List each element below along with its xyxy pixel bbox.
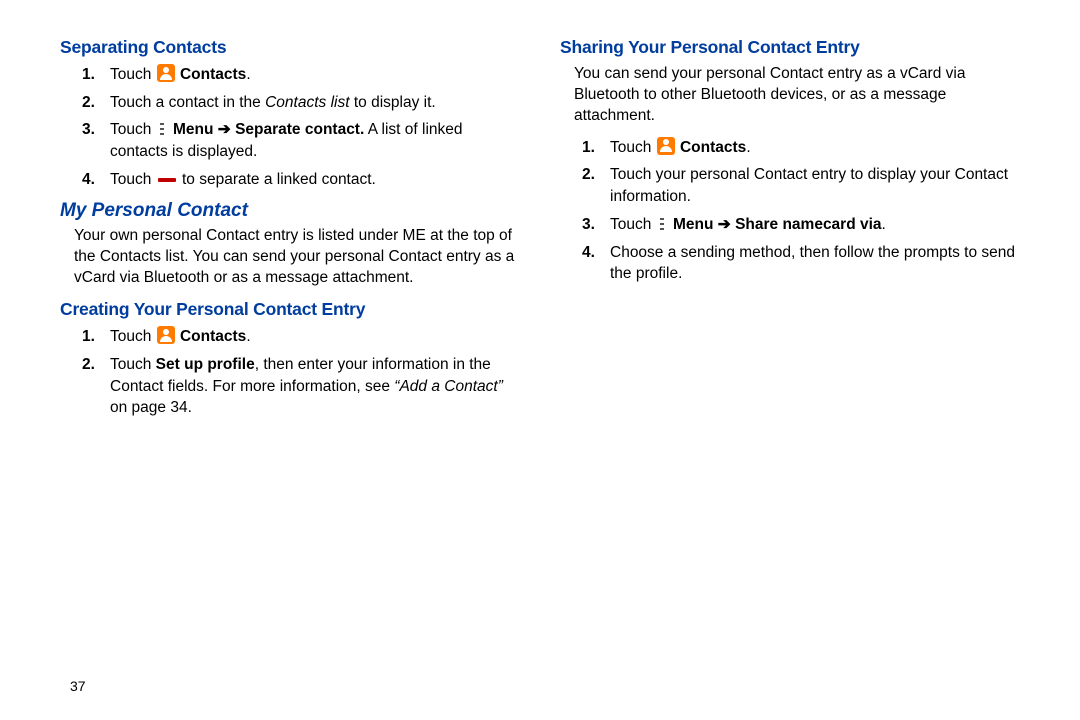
left-column: Separating Contacts Touch Contacts. Touc… bbox=[60, 35, 520, 425]
menu-label: Menu bbox=[673, 216, 718, 233]
heading-separating-contacts: Separating Contacts bbox=[60, 37, 520, 58]
step-text: Choose a sending method, then follow the… bbox=[610, 244, 1015, 283]
add-a-contact-ref: “Add a Contact” bbox=[394, 378, 503, 395]
contacts-label: Contacts bbox=[680, 139, 746, 156]
sharing-intro: You can send your personal Contact entry… bbox=[574, 64, 1020, 127]
minus-icon bbox=[158, 178, 176, 182]
contacts-label: Contacts bbox=[180, 66, 246, 83]
step-text: . bbox=[246, 66, 250, 83]
list-item: Touch a contact in the Contacts list to … bbox=[60, 92, 520, 114]
creating-steps: Touch Contacts. Touch Set up profile, th… bbox=[60, 326, 520, 419]
menu-label: Menu bbox=[173, 121, 218, 138]
step-text: Touch bbox=[110, 328, 156, 345]
list-item: Touch Menu ➔ Separate contact. A list of… bbox=[60, 119, 520, 162]
manual-page: Separating Contacts Touch Contacts. Touc… bbox=[0, 0, 1080, 445]
step-text: . bbox=[246, 328, 250, 345]
step-text: to separate a linked contact. bbox=[178, 171, 376, 188]
list-item: Touch Contacts. bbox=[60, 64, 520, 86]
step-text: Touch a contact in the bbox=[110, 94, 265, 111]
step-text: Touch bbox=[110, 171, 156, 188]
separate-contact-label: Separate contact. bbox=[235, 121, 364, 138]
step-text: Touch bbox=[610, 139, 656, 156]
list-item: Touch Contacts. bbox=[60, 326, 520, 348]
arrow-icon: ➔ bbox=[218, 121, 235, 138]
arrow-icon: ➔ bbox=[718, 216, 735, 233]
step-text: Touch your personal Contact entry to dis… bbox=[610, 166, 1008, 205]
page-number: 37 bbox=[70, 678, 86, 694]
right-column: Sharing Your Personal Contact Entry You … bbox=[560, 35, 1020, 425]
step-text: . bbox=[746, 139, 750, 156]
heading-my-personal-contact: My Personal Contact bbox=[60, 200, 520, 222]
setup-profile-label: Set up profile bbox=[156, 356, 255, 373]
step-text: Touch bbox=[110, 356, 156, 373]
contacts-icon bbox=[157, 326, 175, 344]
contacts-list-italic: Contacts list bbox=[265, 94, 354, 111]
contacts-icon bbox=[157, 64, 175, 82]
menu-icon bbox=[657, 217, 667, 231]
list-item: Touch your personal Contact entry to dis… bbox=[560, 164, 1020, 207]
step-text: to display it. bbox=[354, 94, 436, 111]
separating-steps: Touch Contacts. Touch a contact in the C… bbox=[60, 64, 520, 190]
heading-sharing-entry: Sharing Your Personal Contact Entry bbox=[560, 37, 1020, 58]
step-text: on page 34. bbox=[110, 399, 192, 416]
contacts-label: Contacts bbox=[180, 328, 246, 345]
my-personal-intro: Your own personal Contact entry is liste… bbox=[74, 226, 520, 289]
share-namecard-label: Share namecard via bbox=[735, 216, 881, 233]
list-item: Touch to separate a linked contact. bbox=[60, 169, 520, 191]
list-item: Touch Set up profile, then enter your in… bbox=[60, 354, 520, 419]
step-text: Touch bbox=[610, 216, 656, 233]
sharing-steps: Touch Contacts. Touch your personal Cont… bbox=[560, 137, 1020, 285]
step-text: . bbox=[882, 216, 886, 233]
contacts-icon bbox=[657, 137, 675, 155]
list-item: Touch Menu ➔ Share namecard via. bbox=[560, 214, 1020, 236]
step-text: Touch bbox=[110, 121, 156, 138]
list-item: Touch Contacts. bbox=[560, 137, 1020, 159]
heading-creating-entry: Creating Your Personal Contact Entry bbox=[60, 299, 520, 320]
list-item: Choose a sending method, then follow the… bbox=[560, 242, 1020, 285]
step-text: Touch bbox=[110, 66, 156, 83]
menu-icon bbox=[157, 122, 167, 136]
